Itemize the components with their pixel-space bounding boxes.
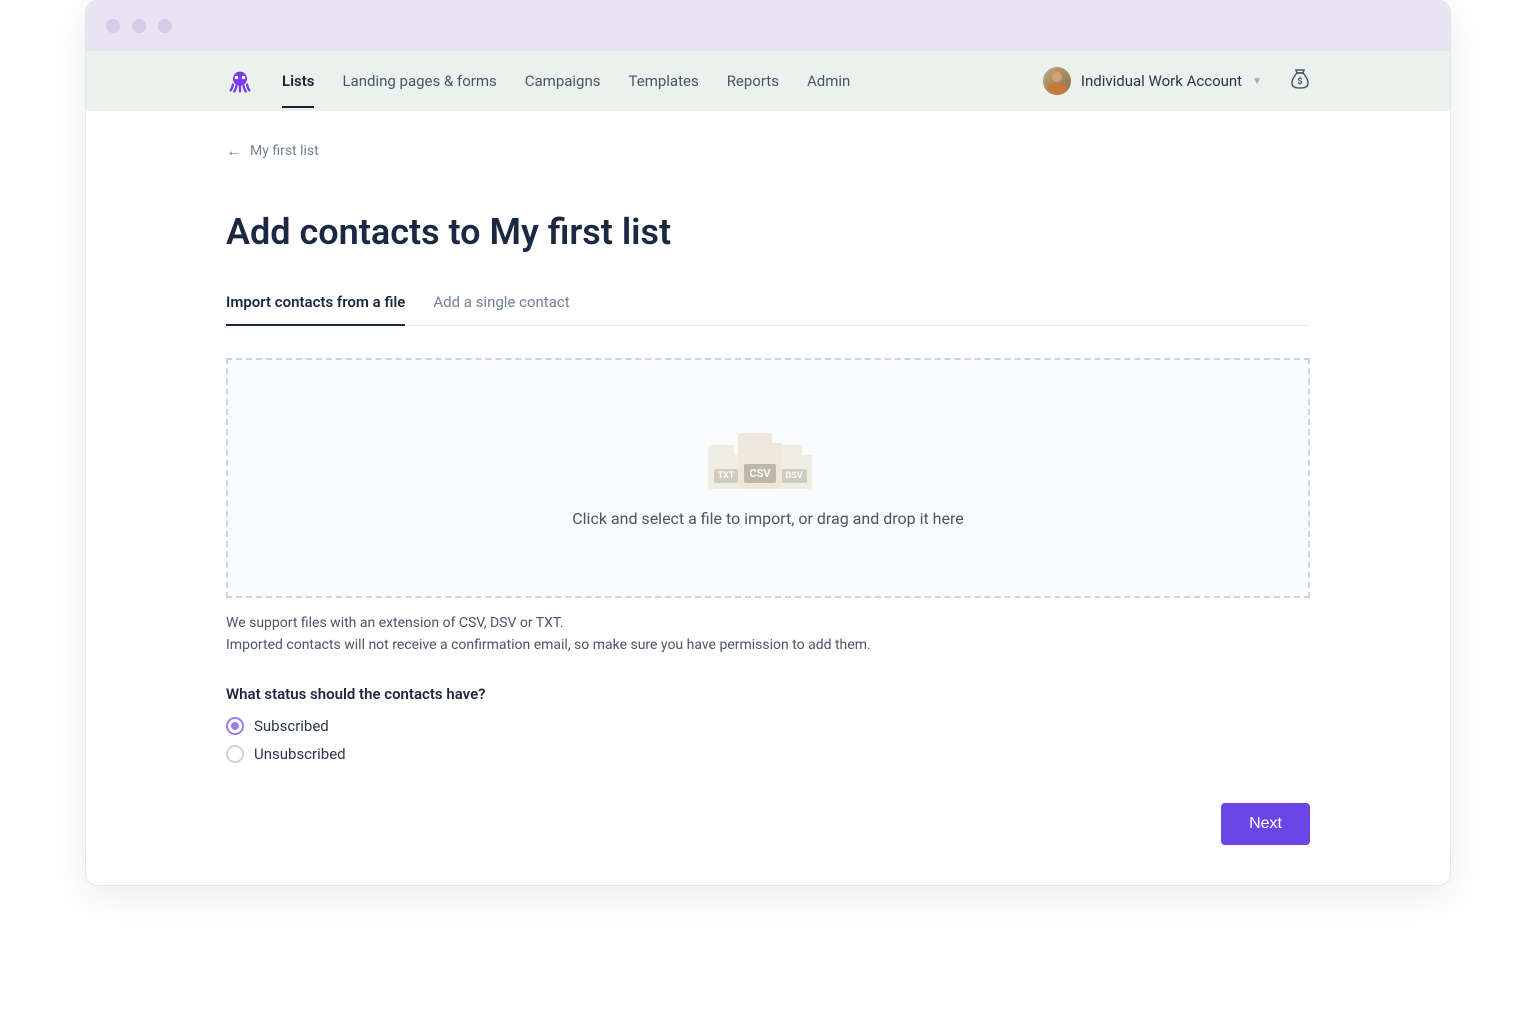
nav-reports[interactable]: Reports	[727, 54, 779, 108]
nav-campaigns[interactable]: Campaigns	[525, 54, 601, 108]
chevron-down-icon: ▼	[1252, 76, 1262, 87]
dropzone-instruction: Click and select a file to import, or dr…	[572, 509, 963, 528]
radio-group: Subscribed Unsubscribed	[226, 717, 1310, 763]
app-logo-icon[interactable]	[226, 67, 254, 95]
arrow-left-icon: ←	[226, 141, 242, 161]
window-dot	[158, 19, 172, 33]
status-section: What status should the contacts have? Su…	[226, 685, 1310, 763]
nav-lists[interactable]: Lists	[282, 54, 314, 108]
breadcrumb-label: My first list	[250, 143, 319, 159]
window-dot	[106, 19, 120, 33]
status-label: What status should the contacts have?	[226, 685, 1310, 703]
radio-input	[226, 745, 244, 763]
svg-text:$: $	[1297, 76, 1302, 87]
radio-label: Unsubscribed	[254, 745, 346, 763]
footer-actions: Next	[226, 803, 1310, 845]
file-dropzone[interactable]: TXT CSV DSV Click and select a file to i…	[226, 358, 1310, 598]
help-line1: We support files with an extension of CS…	[226, 612, 1310, 634]
radio-subscribed[interactable]: Subscribed	[226, 717, 1310, 735]
account-selector[interactable]: Individual Work Account ▼	[1043, 67, 1262, 95]
help-text: We support files with an extension of CS…	[226, 612, 1310, 657]
tab-import-file[interactable]: Import contacts from a file	[226, 293, 405, 325]
nav-landing-pages[interactable]: Landing pages & forms	[342, 54, 496, 108]
radio-label: Subscribed	[254, 717, 329, 735]
nav-admin[interactable]: Admin	[807, 54, 850, 108]
tab-add-single[interactable]: Add a single contact	[433, 293, 569, 325]
account-name: Individual Work Account	[1081, 72, 1242, 90]
avatar	[1043, 67, 1071, 95]
top-nav: Lists Landing pages & forms Campaigns Te…	[86, 51, 1450, 111]
nav-templates[interactable]: Templates	[629, 54, 699, 108]
tabs: Import contacts from a file Add a single…	[226, 293, 1310, 326]
radio-input	[226, 717, 244, 735]
page-title: Add contacts to My first list	[226, 211, 1310, 253]
breadcrumb-back[interactable]: ← My first list	[226, 141, 1310, 161]
csv-file-icon: CSV	[738, 433, 782, 489]
file-icons: TXT CSV DSV	[708, 429, 828, 489]
next-button[interactable]: Next	[1221, 803, 1310, 845]
radio-unsubscribed[interactable]: Unsubscribed	[226, 745, 1310, 763]
help-line2: Imported contacts will not receive a con…	[226, 634, 1310, 656]
nav-items: Lists Landing pages & forms Campaigns Te…	[282, 54, 1043, 108]
window-dot	[132, 19, 146, 33]
browser-chrome	[86, 1, 1450, 51]
money-bag-icon[interactable]: $	[1290, 68, 1310, 95]
